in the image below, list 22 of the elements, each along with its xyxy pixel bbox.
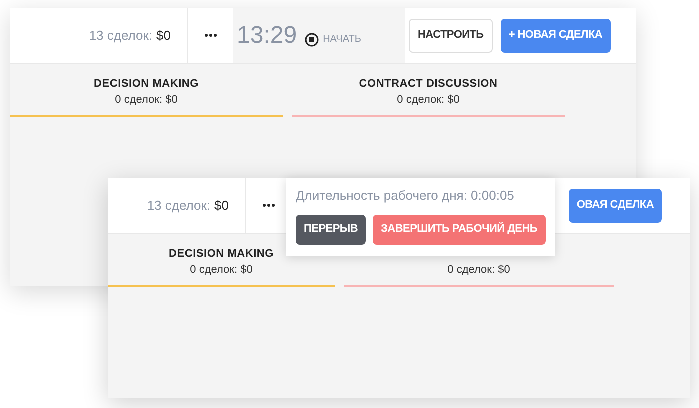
button[interactable]: ОВАЯ СДЕЛКА	[568, 188, 662, 222]
button[interactable]: ЗАВЕРШИТЬ РАБОЧИЙ ДЕНЬ	[373, 214, 546, 244]
start-button[interactable]: НАЧАТЬ	[305, 32, 362, 47]
stage-title: DECISION MAKING	[169, 247, 274, 262]
stop-icon	[305, 32, 320, 46]
deal-count: 13 сделок:	[89, 26, 153, 45]
stage-summary: 0 сделок: $0	[397, 93, 460, 108]
stage-summary: 0 сделок: $0	[448, 263, 510, 278]
more-icon	[204, 34, 216, 37]
stage-title: CONTRACT DISCUSSION	[359, 77, 498, 92]
deal-sum: $0	[214, 196, 229, 215]
deal-count: 13 сделок:	[147, 196, 211, 215]
work-duration-text: Длительность рабочего дня: 0:00:05	[296, 187, 516, 205]
button[interactable]: ПЕРЕРЫВ	[296, 214, 366, 244]
stage-title: DECISION MAKING	[94, 77, 199, 92]
more-icon	[262, 204, 274, 207]
deal-sum: $0	[156, 26, 171, 45]
timer-text: 13:29	[237, 20, 298, 50]
stage-summary: 0 сделок: $0	[190, 263, 253, 278]
button[interactable]: НАСТРОИТЬ	[409, 18, 493, 52]
stage-summary: 0 сделок: $0	[115, 93, 178, 108]
button[interactable]: + НОВАЯ СДЕЛКА	[500, 18, 611, 52]
